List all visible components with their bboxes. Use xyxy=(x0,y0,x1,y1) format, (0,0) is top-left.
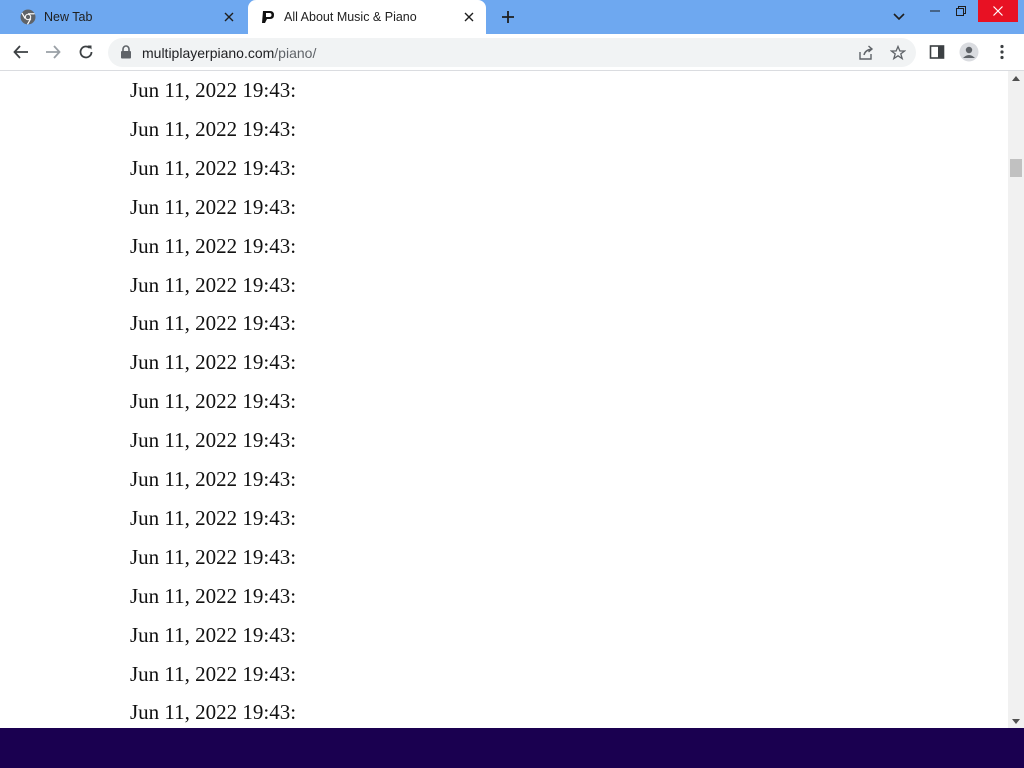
url-path: /piano/ xyxy=(274,45,317,61)
chrome-icon xyxy=(20,9,36,25)
tab-strip: New Tab All About Music & Piano xyxy=(0,0,1024,34)
close-tab-icon[interactable] xyxy=(220,8,238,26)
side-panel-icon[interactable] xyxy=(924,39,950,65)
share-icon[interactable] xyxy=(856,43,876,63)
chat-log-line: Jun 11, 2022 19:43: xyxy=(130,155,297,180)
chat-log-line: Jun 11, 2022 19:43: xyxy=(130,272,297,297)
chat-log-line: Jun 11, 2022 19:43: xyxy=(130,583,297,608)
chat-log-line: Jun 11, 2022 19:43: xyxy=(130,78,297,102)
scroll-up-arrow-icon[interactable] xyxy=(1008,71,1024,85)
page-content: Jun 11, 2022 19:43: Jun 11, 2022 19:43: Ju… xyxy=(0,71,1008,728)
close-window-button[interactable] xyxy=(978,0,1018,22)
url-domain: multiplayerpiano.com xyxy=(142,45,275,61)
reload-button[interactable] xyxy=(73,39,99,65)
scroll-down-arrow-icon[interactable] xyxy=(1008,714,1024,728)
chat-log-line: Jun 11, 2022 19:43: xyxy=(130,428,297,453)
piano-logo-icon xyxy=(260,9,276,25)
chat-log-line: Jun 11, 2022 19:43: xyxy=(130,350,297,375)
forward-button[interactable] xyxy=(40,39,66,65)
chat-log-line: Jun 11, 2022 19:43: xyxy=(130,233,297,258)
close-tab-icon[interactable] xyxy=(460,8,478,26)
chat-log-line: Jun 11, 2022 19:43: xyxy=(130,467,297,491)
profile-avatar-icon[interactable] xyxy=(956,39,982,65)
chat-log-line: Jun 11, 2022 19:43: xyxy=(130,311,297,336)
chat-log-line: Jun 11, 2022 19:43: xyxy=(130,700,297,725)
chat-log-line: Jun 11, 2022 19:43: xyxy=(130,661,297,686)
chat-log-line: Jun 11, 2022 19:43: xyxy=(130,544,297,569)
restore-button[interactable] xyxy=(946,0,976,22)
bookmark-star-icon[interactable] xyxy=(888,43,908,63)
menu-kebab-icon[interactable] xyxy=(989,39,1015,65)
chat-log-line: Jun 11, 2022 19:43: xyxy=(130,622,297,647)
address-bar[interactable]: multiplayerpiano.com/piano/ xyxy=(108,38,916,67)
back-button[interactable] xyxy=(8,39,34,65)
url-text[interactable]: multiplayerpiano.com/piano/ xyxy=(142,45,316,61)
new-tab-button[interactable] xyxy=(496,6,520,28)
tab-search-chevron-icon[interactable] xyxy=(888,6,910,28)
lock-icon[interactable] xyxy=(120,45,134,59)
chat-log-line: Jun 11, 2022 19:43: xyxy=(130,116,297,141)
chat-log-line: Jun 11, 2022 19:43: xyxy=(130,505,297,530)
piano-footer-band xyxy=(0,728,1024,768)
chat-log-line: Jun 11, 2022 19:43: xyxy=(130,194,297,219)
tab-title: All About Music & Piano xyxy=(284,10,417,24)
chat-log-line: Jun 11, 2022 19:43: xyxy=(130,389,297,414)
page-scrollbar[interactable] xyxy=(1008,71,1024,728)
browser-toolbar: multiplayerpiano.com/piano/ xyxy=(0,34,1024,71)
tab-title: New Tab xyxy=(44,10,93,24)
tab-new-tab[interactable]: New Tab xyxy=(8,0,246,34)
tab-all-about-music[interactable]: All About Music & Piano xyxy=(248,0,486,34)
scroll-thumb[interactable] xyxy=(1010,159,1022,177)
